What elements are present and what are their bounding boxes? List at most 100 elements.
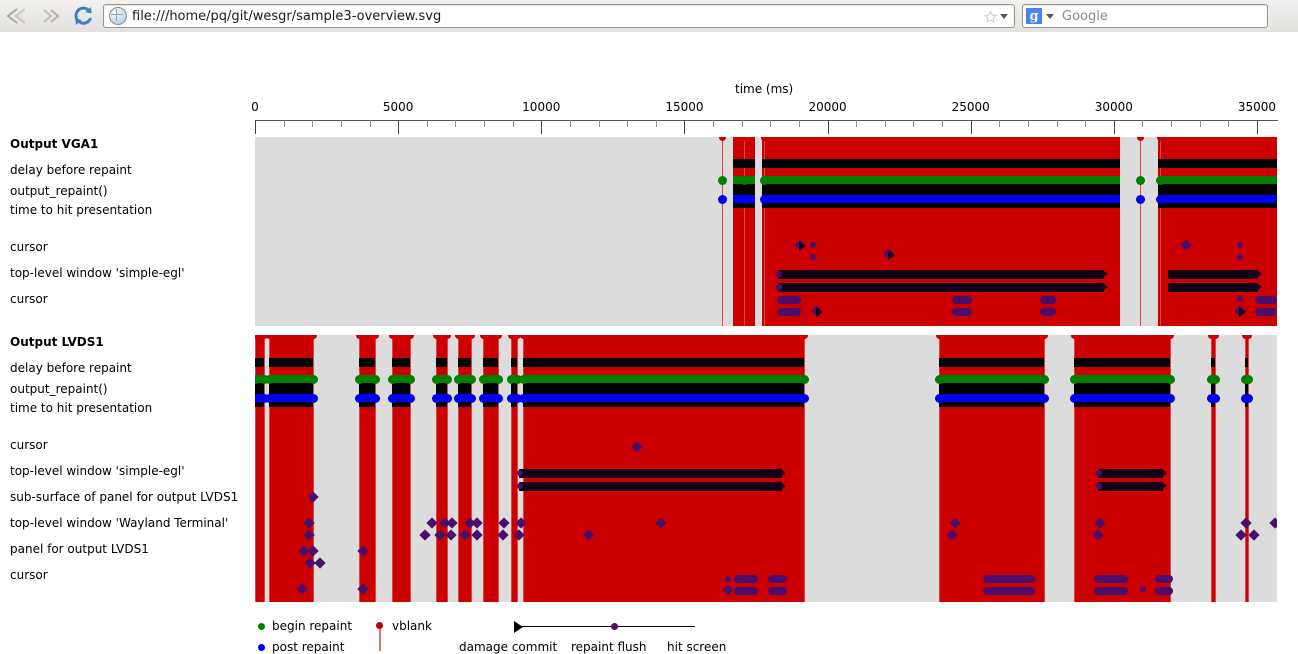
begin-repaint-marker	[799, 375, 809, 384]
cursor-pill	[1040, 296, 1056, 304]
vblank-line	[722, 137, 723, 326]
row-label-vga1-cursor-top: cursor	[10, 240, 48, 254]
repaint-flush-marker	[810, 254, 816, 260]
damage-commit-marker	[1240, 517, 1252, 529]
x-axis-minor-tick	[770, 120, 772, 127]
vblank-marker	[1137, 137, 1144, 141]
x-axis-minor-tick	[340, 120, 342, 127]
x-axis-minor-tick	[1171, 120, 1173, 127]
post-repaint-marker	[405, 394, 415, 403]
cursor-pill	[777, 296, 801, 304]
post-repaint-line	[268, 394, 313, 402]
row-label-vga1-output-repaint: output_repaint()	[10, 184, 108, 198]
x-axis-minor-tick	[741, 120, 743, 127]
post-repaint-marker	[494, 394, 504, 403]
bookmark-dropdown-icon[interactable]	[1000, 13, 1008, 19]
begin-repaint-marker	[354, 375, 364, 384]
x-axis-tick-label: 30000	[1094, 100, 1133, 114]
begin-repaint-marker	[760, 176, 769, 185]
surface-bar	[1168, 270, 1258, 279]
x-axis-minor-tick	[598, 120, 600, 127]
begin-repaint-marker	[264, 375, 274, 384]
legend-post-repaint-icon	[258, 644, 265, 651]
post-repaint-marker	[264, 394, 274, 403]
hit-screen-icon	[779, 481, 786, 491]
x-axis-minor-tick	[884, 120, 886, 127]
x-axis-minor-tick	[426, 120, 428, 127]
begin-repaint-marker	[467, 375, 477, 384]
legend-begin-repaint-label: begin repaint	[272, 619, 353, 633]
damage-commit-icon	[888, 250, 895, 260]
search-bar[interactable]: g Google	[1022, 4, 1268, 28]
plot-area-vga1	[255, 137, 1277, 326]
hit-screen-icon	[1160, 481, 1167, 491]
legend-damage-commit-label: damage commit	[459, 640, 558, 654]
x-axis-major-tick	[398, 120, 400, 134]
browser-toolbar: file:///home/pq/git/wesgr/sample3-overvi…	[0, 0, 1298, 33]
x-axis-minor-tick	[856, 120, 858, 127]
x-axis-minor-tick	[1142, 120, 1144, 127]
repaint-flush-marker	[725, 576, 731, 582]
legend-begin-repaint-icon	[258, 623, 265, 630]
delay-bar	[392, 358, 410, 367]
address-bar[interactable]: file:///home/pq/git/wesgr/sample3-overvi…	[103, 4, 1015, 28]
begin-repaint-marker	[1136, 176, 1145, 185]
post-repaint-marker	[1210, 394, 1220, 403]
post-repaint-line	[522, 394, 804, 402]
x-axis-minor-tick	[512, 120, 514, 127]
vblank-marker	[1244, 335, 1252, 339]
post-repaint-marker	[478, 394, 488, 403]
x-axis-major-tick	[827, 120, 829, 134]
post-repaint-marker	[370, 394, 380, 403]
search-input[interactable]: Google	[1062, 9, 1108, 24]
delay-bar	[358, 358, 375, 367]
reload-icon[interactable]	[68, 1, 98, 31]
post-repaint-marker	[740, 195, 749, 204]
begin-repaint-marker	[442, 375, 452, 384]
delay-bar	[436, 358, 447, 367]
cursor-pill	[1155, 575, 1173, 583]
x-axis-minor-tick	[1199, 120, 1201, 127]
hit-screen-icon	[1101, 269, 1108, 279]
damage-commit-marker	[498, 517, 510, 529]
row-label-lvds1-time-to-hit-presentation: time to hit presentation	[10, 401, 153, 415]
vblank-marker	[1166, 335, 1174, 339]
back-icon[interactable]	[3, 1, 33, 31]
repaint-flush-marker	[776, 284, 782, 290]
x-axis-minor-tick	[999, 120, 1001, 127]
svg-timeline-chart: time (ms) 0 5000 10000 15000 20000 25000 30000…	[0, 32, 1298, 654]
search-engine-dropdown-icon[interactable]	[1046, 13, 1054, 19]
begin-repaint-line	[1073, 375, 1170, 383]
damage-commit-icon	[799, 241, 806, 251]
repaint-flush-marker	[1237, 242, 1243, 248]
begin-repaint-marker	[1156, 176, 1165, 185]
post-repaint-line	[1073, 394, 1170, 402]
bookmark-star-icon[interactable]	[984, 9, 997, 23]
begin-repaint-marker	[308, 375, 318, 384]
hit-screen-icon	[1160, 468, 1167, 478]
x-axis-minor-tick	[627, 120, 629, 127]
post-repaint-marker	[1243, 394, 1253, 403]
damage-commit-marker	[1269, 517, 1277, 529]
vblank-line	[1140, 137, 1141, 326]
cursor-pill	[1040, 308, 1056, 316]
row-label-lvds1-panel-for-output: panel for output LVDS1	[10, 542, 149, 556]
delay-bar	[1244, 358, 1248, 367]
post-repaint-marker	[453, 394, 463, 403]
post-repaint-marker	[1136, 195, 1145, 204]
section-title-vga1: Output VGA1	[10, 137, 99, 151]
post-repaint-marker	[935, 394, 945, 403]
delay-bar	[457, 358, 472, 367]
post-repaint-marker	[1165, 394, 1175, 403]
legend-repaint-flush-label: repaint flush	[571, 640, 647, 654]
repaint-flush-marker	[1237, 254, 1243, 260]
delay-bar	[1210, 358, 1215, 367]
x-axis-major-tick	[684, 120, 686, 134]
x-axis-major-tick	[1256, 120, 1258, 134]
x-axis-major-tick	[541, 120, 543, 134]
vblank-marker	[443, 335, 451, 339]
legend-post-repaint-label: post repaint	[272, 640, 345, 654]
forward-icon[interactable]	[36, 1, 66, 31]
begin-repaint-marker	[1039, 375, 1049, 384]
damage-commit-marker	[419, 529, 431, 541]
